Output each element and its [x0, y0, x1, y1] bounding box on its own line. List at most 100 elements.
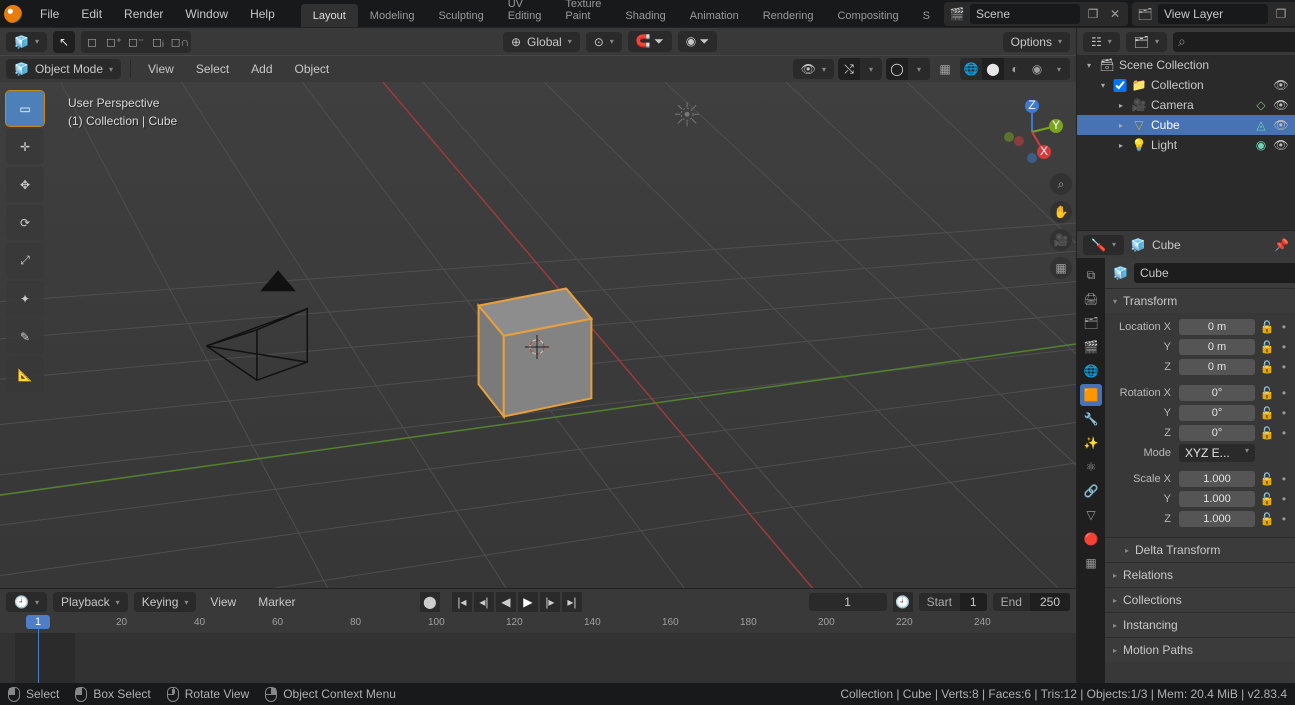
gizmo-toggle[interactable]: ⤭ [838, 58, 860, 80]
visibility-toggle[interactable]: 👁 [1273, 78, 1289, 92]
tab-particles[interactable]: ✨ [1080, 432, 1102, 454]
lock-icon[interactable]: 🔓 [1259, 340, 1275, 354]
location-y-field[interactable]: 0 m [1179, 339, 1255, 355]
keyframe-prev-button[interactable]: ◂| [474, 592, 494, 612]
snap-toggle[interactable]: 🧲 ⏷ [628, 31, 672, 52]
timeline-editor-type[interactable]: 🕘▾ [6, 592, 47, 612]
scene-name-field[interactable] [970, 4, 1080, 24]
viewlayer-new-button[interactable]: ❐ [1272, 5, 1290, 23]
tool-annotate[interactable]: ✎ [6, 319, 44, 354]
mode-select[interactable]: 🧊 Object Mode▾ [6, 59, 121, 79]
animate-dot[interactable]: • [1279, 512, 1289, 526]
select-intersect-icon[interactable]: ◻∩ [169, 31, 191, 53]
tab-compositing[interactable]: Compositing [825, 4, 910, 27]
select-tweak-icon[interactable]: ↖ [53, 31, 75, 53]
location-z-field[interactable]: 0 m [1179, 359, 1255, 375]
3d-viewport[interactable]: User Perspective (1) Collection | Cube ▭… [0, 82, 1076, 588]
scene-browse-icon[interactable]: 🎬 [948, 5, 966, 23]
tab-overflow[interactable]: S [911, 4, 942, 27]
outliner-cube[interactable]: Cube [1151, 118, 1249, 132]
select-extend-icon[interactable]: ◻⁺ [103, 31, 125, 53]
tab-layout[interactable]: Layout [301, 4, 358, 27]
tool-rotate[interactable]: ⟳ [6, 205, 44, 240]
tab-shading[interactable]: Shading [613, 4, 677, 27]
animate-dot[interactable]: • [1279, 386, 1289, 400]
menu-edit[interactable]: Edit [71, 3, 112, 25]
pin-icon[interactable]: 📌 [1274, 238, 1289, 252]
panel-relations[interactable]: ▸Relations [1105, 562, 1295, 587]
playhead[interactable] [38, 615, 39, 683]
lock-icon[interactable]: 🔓 [1259, 492, 1275, 506]
object-visibility-dropdown[interactable]: 👁▾ [793, 59, 834, 79]
animate-dot[interactable]: • [1279, 360, 1289, 374]
rotation-mode-dropdown[interactable]: XYZ E...▾ [1179, 444, 1255, 462]
tab-physics[interactable]: ⚛ [1080, 456, 1102, 478]
tab-scene[interactable]: 🎬 [1080, 336, 1102, 358]
viewport-options-dropdown[interactable]: Options▾ [1003, 32, 1070, 52]
view-layer-field[interactable] [1158, 4, 1268, 24]
visibility-toggle[interactable]: 👁 [1273, 118, 1289, 132]
tab-world[interactable]: 🌐 [1080, 360, 1102, 382]
rotation-x-field[interactable]: 0° [1179, 385, 1255, 401]
gizmo-options-icon[interactable]: ▾ [860, 58, 882, 80]
twist-icon[interactable]: ▾ [1083, 61, 1095, 70]
menu-view[interactable]: View [140, 59, 182, 79]
select-set-new-icon[interactable]: ◻ [81, 31, 103, 53]
overlay-options-icon[interactable]: ▾ [908, 58, 930, 80]
select-invert-icon[interactable]: ◻ᵢ [147, 31, 169, 53]
jump-end-button[interactable]: ▸| [562, 592, 582, 612]
scene-new-button[interactable]: ❐ [1084, 5, 1102, 23]
outliner[interactable]: ▾🗃Scene Collection ▾📁Collection👁 ▸🎥Camer… [1077, 55, 1295, 230]
lock-icon[interactable]: 🔓 [1259, 320, 1275, 334]
outliner-camera[interactable]: Camera [1151, 98, 1249, 112]
timeline-view-menu[interactable]: View [202, 592, 244, 612]
tab-sculpting[interactable]: Sculpting [426, 4, 495, 27]
shading-options-icon[interactable]: ▾ [1048, 58, 1070, 80]
animate-dot[interactable]: • [1279, 492, 1289, 506]
autokey-toggle[interactable]: ⬤ [420, 592, 440, 612]
rotation-z-field[interactable]: 0° [1179, 425, 1255, 441]
animate-dot[interactable]: • [1279, 320, 1289, 334]
tab-render[interactable]: ⧉ [1080, 264, 1102, 286]
outliner-editor-type[interactable]: ☷▾ [1083, 32, 1120, 52]
pan-view-icon[interactable]: ✋ [1050, 201, 1072, 223]
timeline-ruler[interactable]: 20406080100120140160180200220240 [0, 615, 1076, 633]
menu-add[interactable]: Add [243, 59, 280, 79]
lock-icon[interactable]: 🔓 [1259, 426, 1275, 440]
lock-icon[interactable]: 🔓 [1259, 512, 1275, 526]
menu-object[interactable]: Object [287, 59, 338, 79]
visibility-toggle[interactable]: 👁 [1273, 138, 1289, 152]
nav-gizmo[interactable]: Z Y X [1000, 100, 1064, 164]
panel-collections[interactable]: ▸Collections [1105, 587, 1295, 612]
tool-measure[interactable]: 📐 [6, 357, 44, 392]
current-frame-field[interactable]: 1 [809, 593, 887, 611]
shading-rendered[interactable]: ◉ [1026, 58, 1048, 80]
outliner-collection[interactable]: Collection [1151, 78, 1269, 92]
ortho-toggle-icon[interactable]: ▦ [1050, 257, 1072, 279]
viewlayer-browse-icon[interactable]: 🗂 [1136, 5, 1154, 23]
tab-viewlayer[interactable]: 🗂 [1080, 312, 1102, 334]
animate-dot[interactable]: • [1279, 406, 1289, 420]
tab-rendering[interactable]: Rendering [751, 4, 826, 27]
start-frame-field[interactable]: 1 [960, 593, 987, 611]
twist-icon[interactable]: ▸ [1115, 121, 1127, 130]
twist-icon[interactable]: ▾ [1097, 81, 1109, 90]
tab-data[interactable]: ▽ [1080, 504, 1102, 526]
lock-icon[interactable]: 🔓 [1259, 406, 1275, 420]
animate-dot[interactable]: • [1279, 340, 1289, 354]
object-name-field[interactable] [1134, 263, 1295, 283]
menu-select[interactable]: Select [188, 59, 237, 79]
scale-y-field[interactable]: 1.000 [1179, 491, 1255, 507]
tab-texture[interactable]: ▦ [1080, 552, 1102, 574]
properties-editor-type[interactable]: 🪛▾ [1083, 235, 1124, 255]
animate-dot[interactable]: • [1279, 472, 1289, 486]
tab-constraints[interactable]: 🔗 [1080, 480, 1102, 502]
select-subtract-icon[interactable]: ◻⁻ [125, 31, 147, 53]
lock-icon[interactable]: 🔓 [1259, 386, 1275, 400]
tool-scale[interactable]: ⤢ [6, 243, 44, 278]
keying-menu[interactable]: Keying▾ [134, 592, 197, 612]
playback-menu[interactable]: Playback▾ [53, 592, 128, 612]
menu-window[interactable]: Window [175, 3, 238, 25]
xray-toggle[interactable]: ▦ [934, 58, 956, 80]
scene-delete-button[interactable]: ✕ [1106, 5, 1124, 23]
